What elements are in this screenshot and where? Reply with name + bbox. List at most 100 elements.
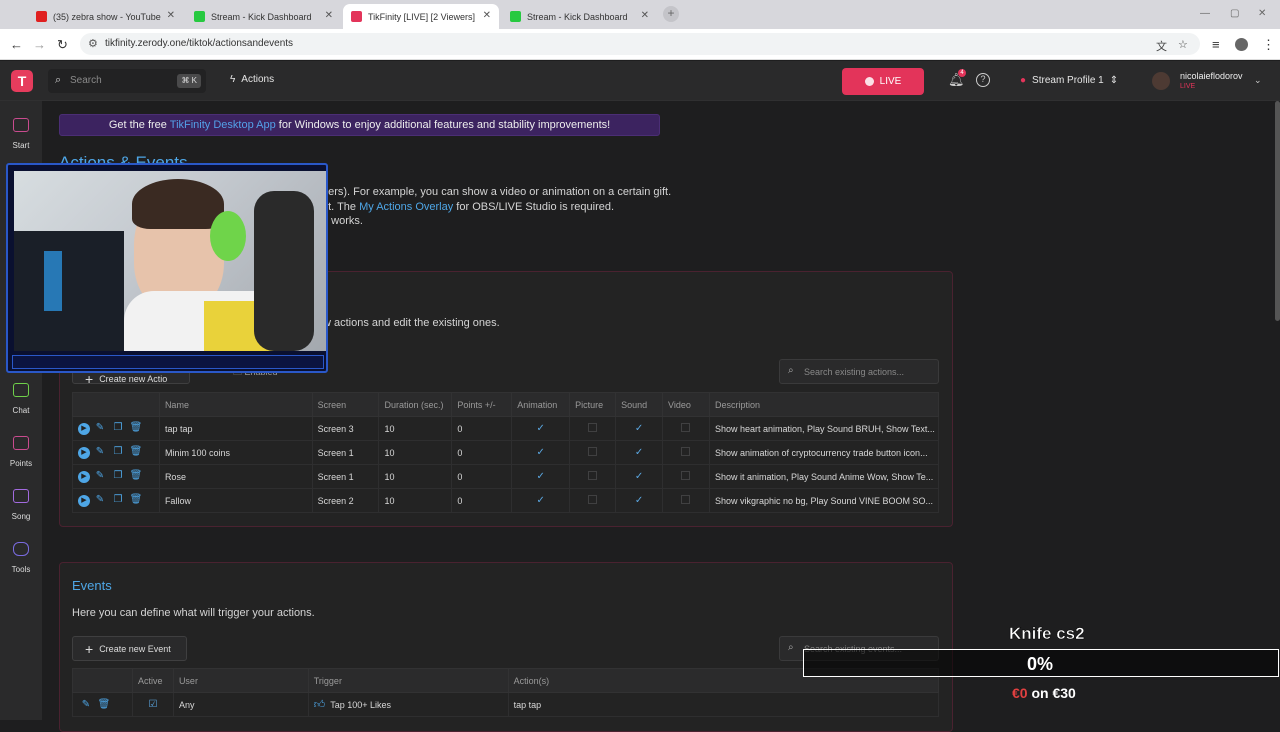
media-control-icon[interactable]: ≡ — [1212, 37, 1220, 52]
cell-animation: ✓ — [511, 464, 571, 489]
close-window-icon[interactable]: ✕ — [1258, 8, 1266, 19]
minimize-icon[interactable]: — — [1200, 8, 1210, 19]
play-icon[interactable]: ▶ — [78, 471, 90, 483]
browser-tab-active[interactable]: TikFinity [LIVE] [2 Viewers] ✕ — [343, 4, 499, 29]
sidebar-item-chat[interactable]: Chat — [0, 383, 42, 416]
column-header[interactable]: Sound — [615, 392, 664, 417]
browser-tab[interactable]: Stream - Kick Dashboard ✕ — [186, 4, 341, 29]
reload-icon[interactable]: ↻ — [57, 37, 68, 53]
tab-label: TikFinity [LIVE] [2 Viewers] — [368, 11, 476, 22]
browser-tab[interactable]: (35) zebra show - YouTube ✕ — [28, 4, 183, 29]
sidebar-item-start[interactable]: Start — [0, 118, 42, 151]
delete-icon[interactable]: 🗑︎ — [128, 422, 144, 433]
stream-profile-select[interactable]: ● Stream Profile 1 ⇕ — [1020, 75, 1118, 86]
cell-points: 0 — [451, 440, 513, 465]
cell-active[interactable]: ☑ — [131, 692, 174, 717]
youtube-favicon-icon — [36, 11, 47, 22]
cell-screen: Screen 1 — [311, 464, 380, 489]
cell-duration: 10 — [378, 488, 453, 513]
play-icon[interactable]: ▶ — [78, 423, 90, 435]
new-tab-icon[interactable]: + — [663, 6, 679, 22]
desktop-app-banner: Get the free TikFinity Desktop App for W… — [59, 114, 660, 136]
intro-text: n works. — [322, 215, 363, 227]
bookmark-star-icon[interactable]: ☆ — [1178, 38, 1188, 51]
notification-badge: 4 — [958, 69, 966, 77]
column-header[interactable]: User — [172, 668, 309, 693]
copy-icon[interactable]: ❐ — [110, 494, 126, 505]
table-row[interactable]: ▶ ✎ ❐ 🗑︎ tap tap Screen 3 10 0 ✓ ✓ Show heart anim… — [72, 416, 940, 441]
column-header[interactable]: Picture — [569, 392, 617, 417]
column-header[interactable]: Screen — [311, 392, 380, 417]
column-header[interactable]: Video — [662, 392, 710, 417]
table-row[interactable]: ▶ ✎ ❐ 🗑︎ Rose Screen 1 10 0 ✓ ✓ Show it animation,… — [72, 464, 940, 489]
copy-icon[interactable]: ❐ — [110, 470, 126, 481]
edit-icon[interactable]: ✎ — [78, 699, 94, 710]
stream-profile-label: Stream Profile 1 — [1032, 75, 1104, 86]
maximize-icon[interactable]: ▢ — [1230, 8, 1239, 19]
desktop-app-link[interactable]: TikFinity Desktop App — [170, 119, 276, 131]
browser-menu-icon[interactable]: ⋮ — [1262, 37, 1275, 53]
column-header[interactable]: Active — [131, 668, 174, 693]
search-shortcut: ⌘ K — [177, 74, 201, 88]
profile-avatar-icon[interactable] — [1235, 38, 1248, 51]
goal-target: on €30 — [1027, 685, 1076, 701]
search-input[interactable]: ⌕ Search ⌘ K — [48, 69, 206, 93]
column-header[interactable]: Points +/- — [451, 392, 513, 417]
column-header[interactable]: Name — [158, 392, 313, 417]
close-tab-icon[interactable]: ✕ — [641, 10, 649, 21]
cell-name: Minim 100 coins — [158, 440, 313, 465]
edit-icon[interactable]: ✎ — [92, 470, 108, 481]
webcam-name-bar — [12, 355, 324, 369]
cell-sound: ✓ — [615, 416, 664, 441]
delete-icon[interactable]: 🗑︎ — [128, 494, 144, 505]
cell-animation: ✓ — [511, 488, 571, 513]
forward-icon[interactable]: → — [33, 37, 46, 52]
gaming-chair — [254, 191, 314, 351]
site-info-icon[interactable]: ⚙ — [88, 37, 98, 50]
pc-rgb-light — [44, 251, 62, 311]
create-event-button[interactable]: + Create new Event — [72, 636, 187, 661]
cell-sound: ✓ — [615, 488, 664, 513]
close-tab-icon[interactable]: ✕ — [325, 10, 333, 21]
empty-box-icon — [681, 471, 691, 480]
column-header[interactable]: Description — [708, 392, 940, 417]
table-row[interactable]: ✎ 🗑︎ ☑ Any 👍︎ Tap 100+ Likes tap tap — [72, 692, 940, 717]
sidebar-item-tools[interactable]: Tools — [0, 542, 42, 575]
browser-tab[interactable]: Stream - Kick Dashboard ✕ — [502, 4, 657, 29]
intro-text: nt. The My Actions Overlay for OBS/LIVE … — [322, 201, 614, 213]
delete-icon[interactable]: 🗑︎ — [96, 699, 112, 710]
tikfinity-logo-icon[interactable]: T — [11, 70, 33, 92]
delete-icon[interactable]: 🗑︎ — [128, 470, 144, 481]
cell-picture — [569, 440, 617, 465]
sidebar-item-song[interactable]: Song — [0, 489, 42, 522]
help-icon[interactable]: ? — [976, 73, 990, 87]
page-scrollbar[interactable] — [1275, 101, 1280, 321]
actions-nav-link[interactable]: ϟ Actions — [230, 74, 274, 85]
actions-overlay-link[interactable]: My Actions Overlay — [359, 201, 453, 213]
banner-text: Get the free — [108, 119, 170, 131]
table-row[interactable]: ▶ ✎ ❐ 🗑︎ Fallow Screen 2 10 0 ✓ ✓ Show vikgraphic … — [72, 488, 940, 513]
close-tab-icon[interactable]: ✕ — [483, 10, 491, 21]
cell-user: Any — [172, 692, 309, 717]
close-tab-icon[interactable]: ✕ — [167, 10, 175, 21]
sidebar-item-points[interactable]: Points — [0, 436, 42, 469]
edit-icon[interactable]: ✎ — [92, 494, 108, 505]
back-icon[interactable]: ← — [10, 37, 23, 52]
delete-icon[interactable]: 🗑︎ — [128, 446, 144, 457]
actions-table: Name Screen Duration (sec.) Points +/- A… — [72, 392, 940, 513]
search-actions-input[interactable]: ⌕ Search existing actions... — [779, 359, 939, 384]
column-header[interactable]: Duration (sec.) — [378, 392, 453, 417]
edit-icon[interactable]: ✎ — [92, 422, 108, 433]
table-row[interactable]: ▶ ✎ ❐ 🗑︎ Minim 100 coins Screen 1 10 0 ✓ ✓ Show an… — [72, 440, 940, 465]
copy-icon[interactable]: ❐ — [110, 422, 126, 433]
live-button[interactable]: LIVE — [842, 68, 924, 95]
column-header[interactable]: Animation — [511, 392, 571, 417]
translate-icon[interactable]: 文 — [1156, 38, 1167, 54]
url-field[interactable]: ⚙ tikfinity.zerody.one/tiktok/actionsand… — [80, 33, 1200, 55]
play-icon[interactable]: ▶ — [78, 447, 90, 459]
play-icon[interactable]: ▶ — [78, 495, 90, 507]
edit-icon[interactable]: ✎ — [92, 446, 108, 457]
copy-icon[interactable]: ❐ — [110, 446, 126, 457]
column-header[interactable]: Trigger — [307, 668, 509, 693]
cell-trigger: 👍︎ Tap 100+ Likes — [307, 692, 509, 717]
